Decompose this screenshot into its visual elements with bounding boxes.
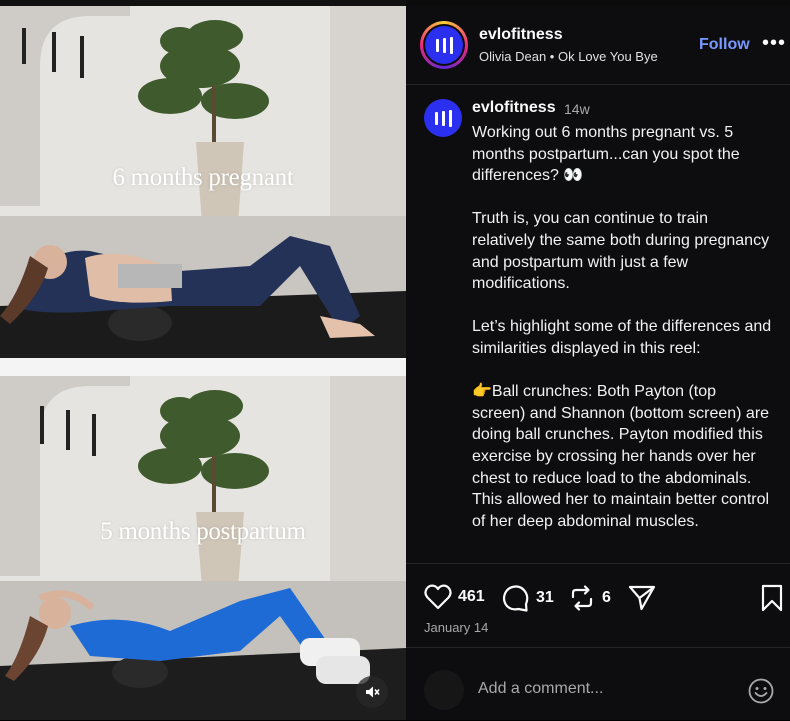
avatar	[425, 26, 463, 64]
repost-action[interactable]: 6	[568, 584, 611, 612]
like-count[interactable]: 461	[458, 588, 485, 606]
post-header: evlofitness Olivia Dean • Ok Love You By…	[406, 6, 790, 85]
story-ring[interactable]	[420, 21, 468, 69]
caption-avatar[interactable]	[424, 99, 462, 137]
comment-icon[interactable]	[502, 584, 530, 612]
comment-count[interactable]: 31	[536, 589, 554, 607]
caption-paragraph: Truth is, you can continue to train rela…	[472, 210, 770, 293]
video-frame-bottom: 5 months postpartum	[0, 376, 406, 720]
action-bar: 461 31 6 January 14	[406, 563, 790, 648]
caption-paragraph: Working out 6 months pregnant vs. 5 mont…	[472, 124, 740, 185]
caption-username[interactable]: evlofitness	[472, 99, 556, 117]
bookmark-icon[interactable]	[760, 584, 784, 612]
speaker-muted-icon	[366, 686, 380, 698]
share-action[interactable]	[628, 584, 656, 612]
comment-input[interactable]: Add a comment...	[478, 680, 603, 698]
comment-action[interactable]: 31	[502, 584, 554, 612]
post-date[interactable]: January 14	[424, 620, 488, 635]
heart-icon[interactable]	[424, 584, 452, 610]
caption-timestamp[interactable]: 14w	[564, 101, 590, 117]
repost-count[interactable]: 6	[602, 589, 611, 607]
mute-button[interactable]	[356, 676, 388, 708]
like-action[interactable]: 461	[424, 584, 485, 610]
caption-section: evlofitness 14w Working out 6 months pre…	[406, 85, 790, 563]
reel-video[interactable]: 6 months pregnant 5 months postpartum	[0, 0, 406, 720]
comment-composer: Add a comment...	[406, 647, 790, 721]
more-options-icon[interactable]: •••	[762, 32, 786, 55]
send-icon[interactable]	[628, 584, 656, 612]
caption-paragraph: Let’s highlight some of the differences …	[472, 318, 772, 357]
overlay-caption-top: 6 months pregnant	[112, 164, 294, 191]
follow-button[interactable]: Follow	[699, 36, 750, 54]
repost-icon[interactable]	[568, 584, 596, 612]
emoji-icon[interactable]	[748, 678, 774, 704]
save-action[interactable]	[760, 584, 784, 612]
audio-track-link[interactable]: Olivia Dean • Ok Love You Bye	[479, 49, 658, 64]
overlay-caption-bottom: 5 months postpartum	[100, 518, 306, 545]
caption-text: Working out 6 months pregnant vs. 5 mont…	[472, 122, 772, 554]
current-user-avatar	[424, 670, 464, 710]
scene-postpartum	[0, 376, 406, 720]
caption-paragraph: 👉Ball crunches: Both Payton (top screen)…	[472, 383, 770, 530]
video-frame-top: 6 months pregnant	[0, 6, 406, 358]
header-username[interactable]: evlofitness	[479, 26, 563, 44]
post-panel: evlofitness Olivia Dean • Ok Love You By…	[406, 6, 790, 720]
frame-divider	[0, 358, 406, 376]
